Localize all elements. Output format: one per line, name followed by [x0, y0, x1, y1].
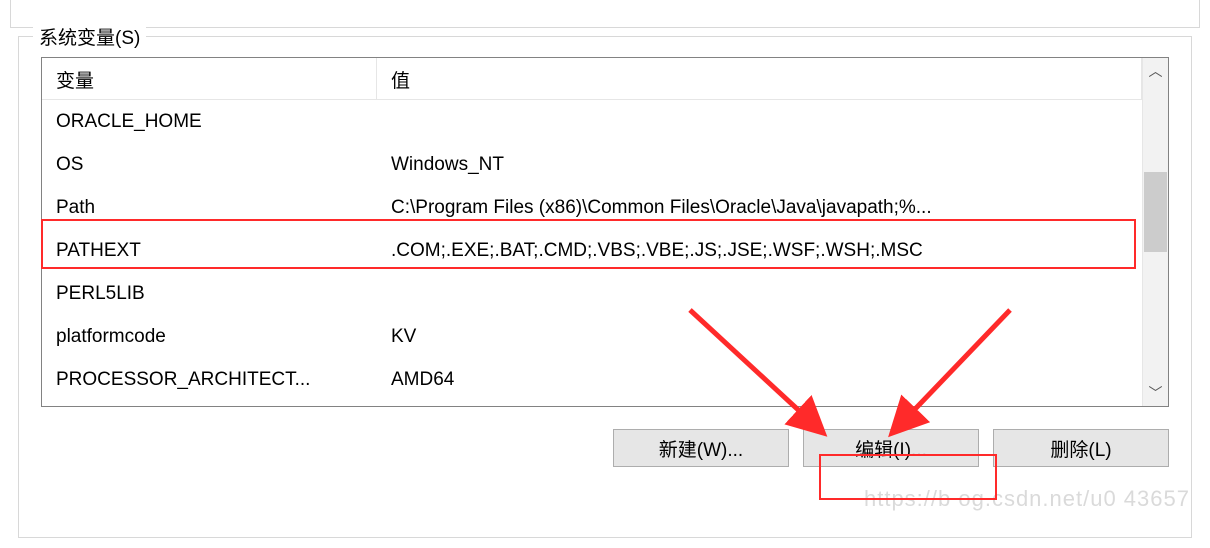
scroll-down-button[interactable]: ﹀	[1143, 380, 1168, 406]
system-variables-buttons: 新建(W)... 编辑(I)... 删除(L)	[41, 429, 1169, 467]
cell-name: OS	[42, 148, 377, 182]
vertical-scrollbar[interactable]: ︿ ﹀	[1142, 58, 1168, 406]
table-row[interactable]: PERL5LIB	[42, 272, 1142, 315]
cell-name: Path	[42, 191, 377, 225]
delete-button[interactable]: 删除(L)	[993, 429, 1169, 467]
chevron-down-icon: ﹀	[1149, 383, 1163, 403]
new-button[interactable]: 新建(W)...	[613, 429, 789, 467]
edit-button[interactable]: 编辑(I)...	[803, 429, 979, 467]
scroll-track[interactable]	[1143, 84, 1168, 380]
table-row[interactable]: platformcode KV	[42, 315, 1142, 358]
upper-panel-edge	[10, 0, 1200, 28]
cell-value	[377, 116, 1142, 128]
scroll-thumb[interactable]	[1144, 172, 1167, 252]
chevron-up-icon: ︿	[1149, 61, 1163, 81]
cell-value: .COM;.EXE;.BAT;.CMD;.VBS;.VBE;.JS;.JSE;.…	[377, 234, 1142, 268]
list-body: 变量 值 ORACLE_HOME OS Windows_NT Path C:\P…	[42, 58, 1142, 406]
cell-value: KV	[377, 320, 1142, 354]
cell-name: ORACLE_HOME	[42, 105, 377, 139]
table-row[interactable]: PATHEXT .COM;.EXE;.BAT;.CMD;.VBS;.VBE;.J…	[42, 229, 1142, 272]
cell-value	[377, 288, 1142, 300]
cell-value: Windows_NT	[377, 148, 1142, 182]
cell-name: PATHEXT	[42, 234, 377, 268]
table-row[interactable]: ORACLE_HOME	[42, 100, 1142, 143]
cell-name: platformcode	[42, 320, 377, 354]
cell-name: PROCESSOR_ARCHITECT...	[42, 363, 377, 397]
scroll-up-button[interactable]: ︿	[1143, 58, 1168, 84]
column-header-value[interactable]: 值	[377, 58, 1142, 100]
list-header: 变量 值	[42, 58, 1142, 100]
table-row[interactable]: Path C:\Program Files (x86)\Common Files…	[42, 186, 1142, 229]
watermark-text: https://b og.csdn.net/u0 43657	[864, 486, 1190, 512]
system-variables-group: 系统变量(S) 变量 值 ORACLE_HOME OS Windows_NT P…	[18, 36, 1192, 538]
variables-list[interactable]: 变量 值 ORACLE_HOME OS Windows_NT Path C:\P…	[41, 57, 1169, 407]
table-row[interactable]: PROCESSOR_ARCHITECT... AMD64	[42, 358, 1142, 401]
cell-value: AMD64	[377, 363, 1142, 397]
column-header-name[interactable]: 变量	[42, 58, 377, 100]
table-row[interactable]: OS Windows_NT	[42, 143, 1142, 186]
cell-value: C:\Program Files (x86)\Common Files\Orac…	[377, 191, 1142, 225]
group-title: 系统变量(S)	[33, 23, 146, 50]
cell-name: PERL5LIB	[42, 277, 377, 311]
